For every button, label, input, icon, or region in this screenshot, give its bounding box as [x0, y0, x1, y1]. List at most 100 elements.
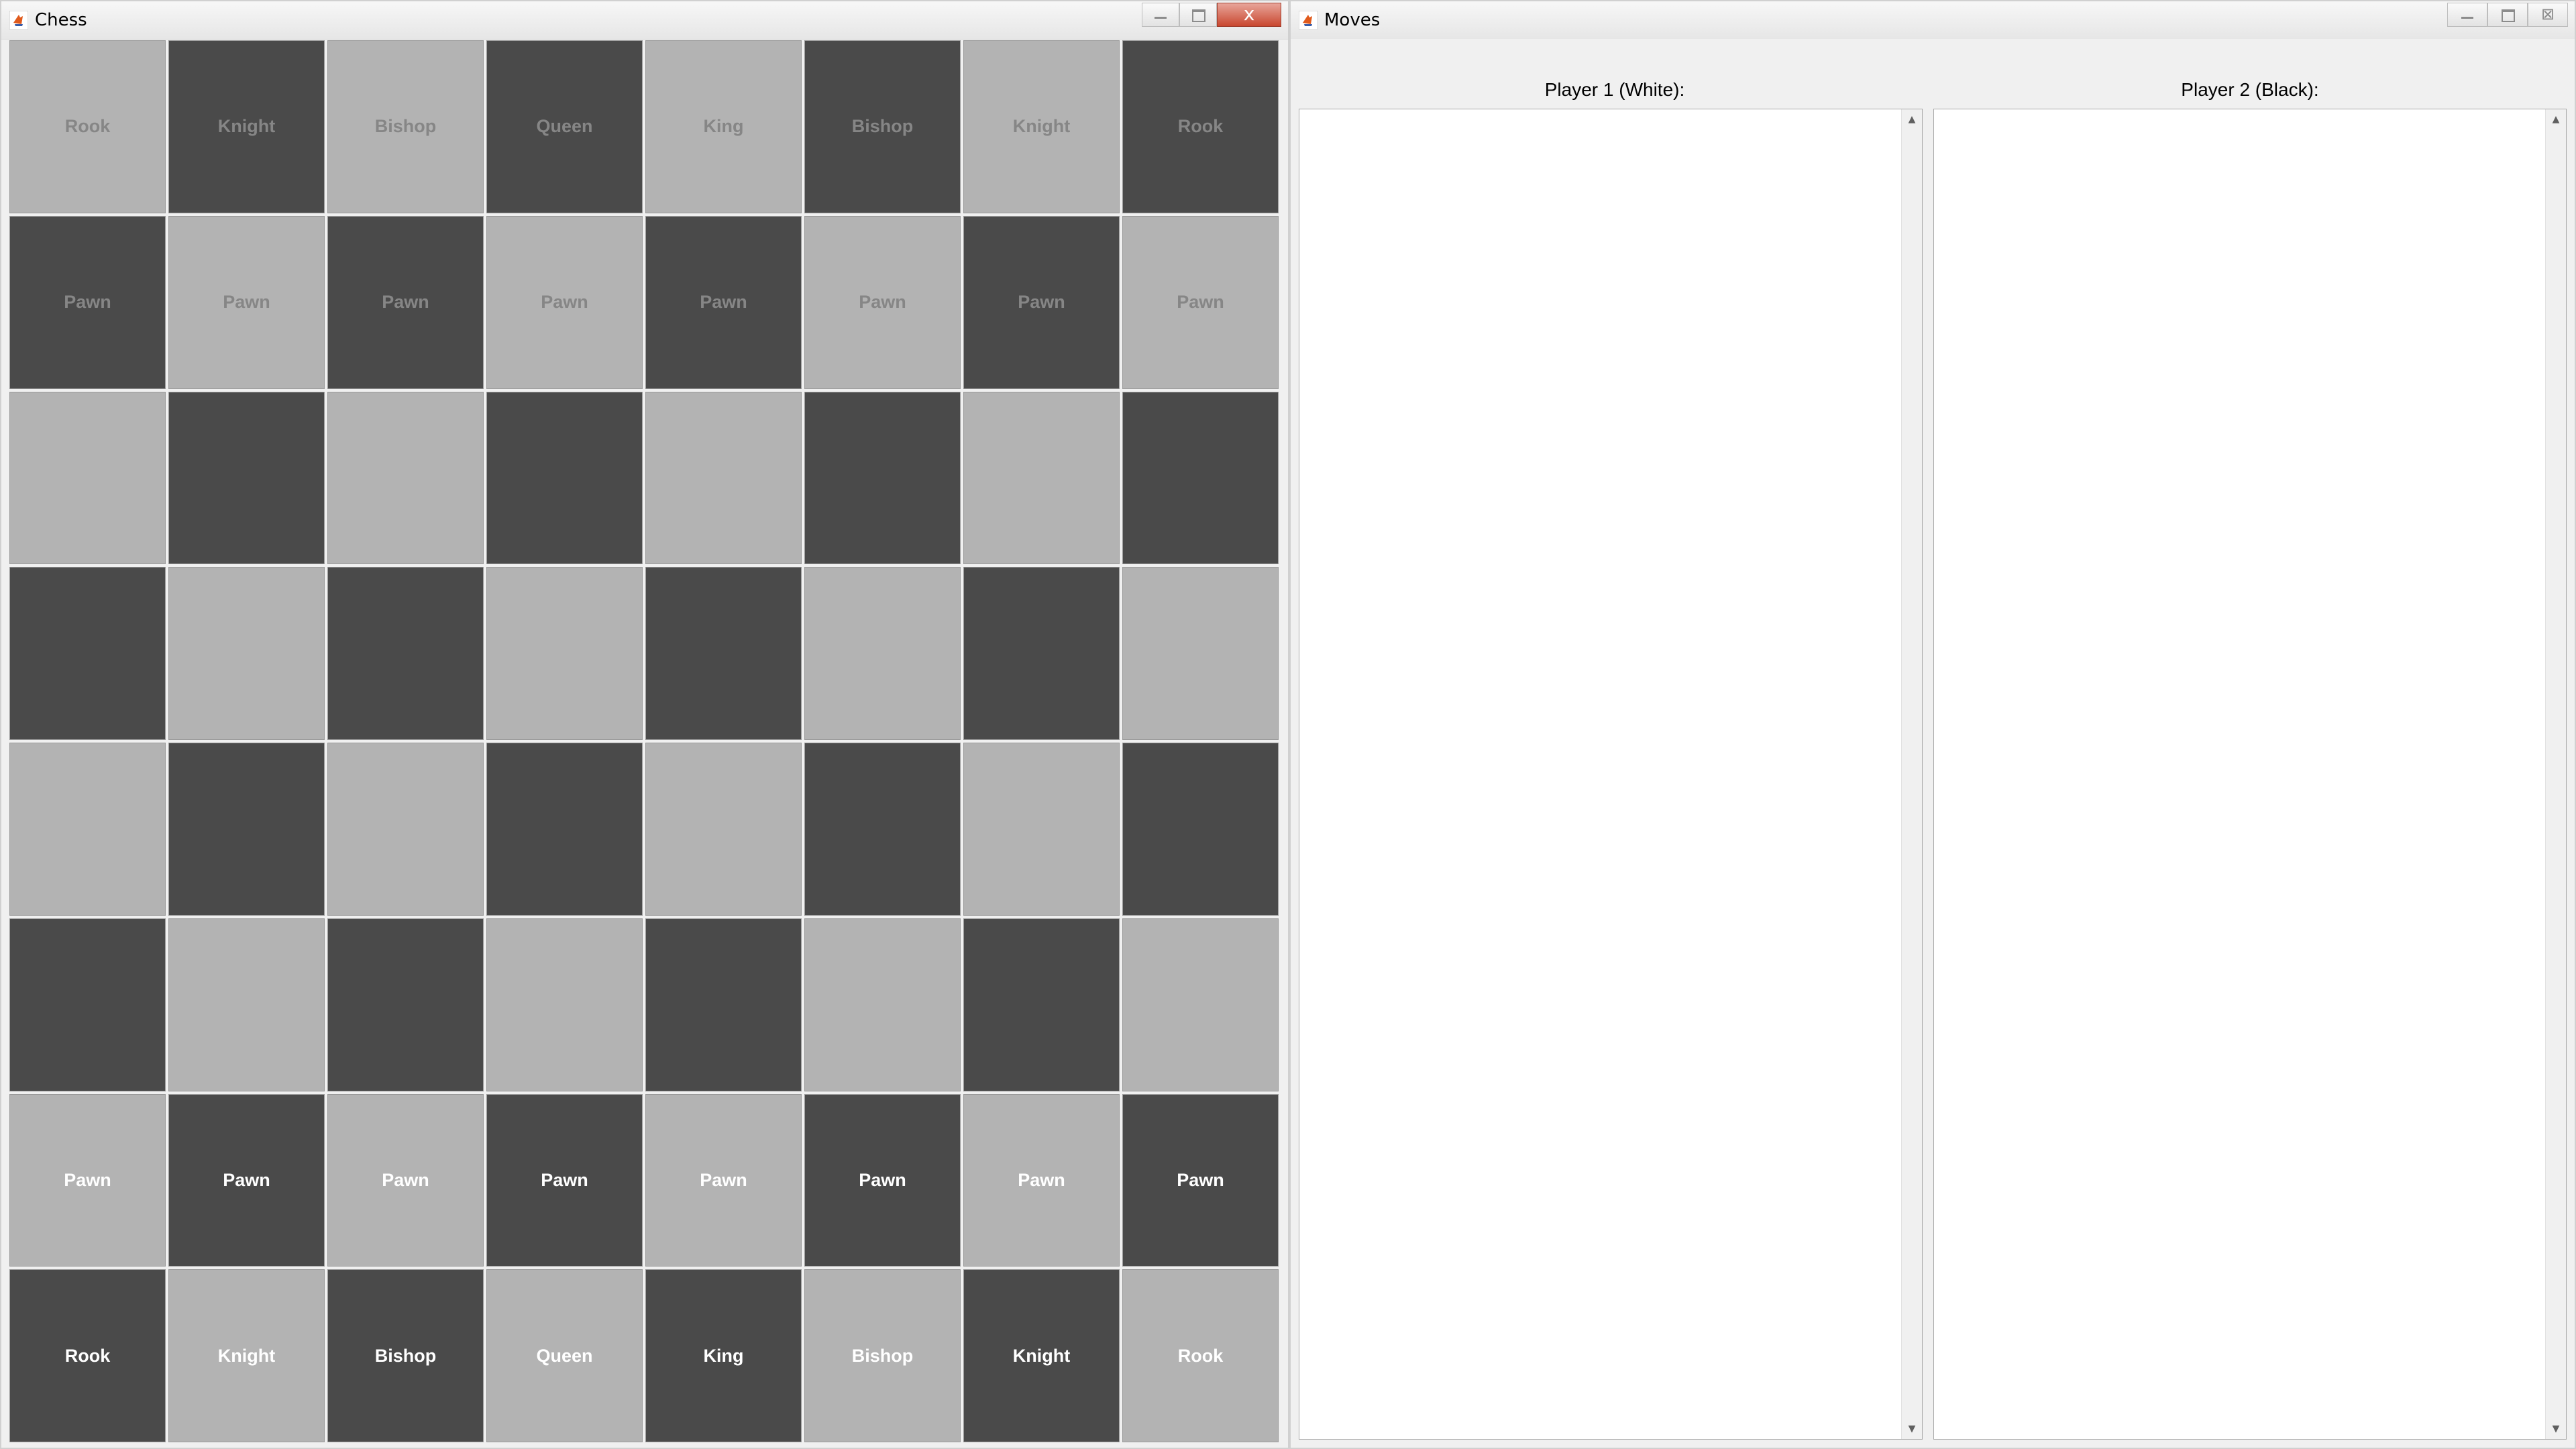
board-square[interactable]: Pawn — [486, 215, 643, 389]
maximize-button[interactable] — [2487, 3, 2528, 27]
board-square[interactable]: Pawn — [168, 215, 325, 389]
board-square[interactable] — [963, 391, 1120, 565]
board-square[interactable] — [9, 567, 166, 740]
board-square[interactable] — [9, 743, 166, 916]
player1-label: Player 1 (White): — [1544, 79, 1685, 100]
close-button[interactable]: ⊠ — [2528, 3, 2568, 27]
board-square[interactable]: Knight — [963, 40, 1120, 213]
scroll-up-icon[interactable]: ▲ — [2546, 109, 2566, 129]
board-square[interactable]: Bishop — [804, 40, 961, 213]
board-square[interactable] — [645, 743, 802, 916]
piece-label: Rook — [64, 1345, 111, 1366]
close-button[interactable]: x — [1217, 3, 1281, 27]
board-square[interactable]: Pawn — [168, 1093, 325, 1267]
piece-label: Pawn — [223, 1169, 270, 1190]
chess-titlebar[interactable]: Chess x — [1, 1, 1288, 40]
board-square[interactable] — [168, 918, 325, 1091]
board-square[interactable] — [486, 391, 643, 565]
board-square[interactable]: Queen — [486, 40, 643, 213]
board-square[interactable]: Knight — [963, 1269, 1120, 1442]
board-square[interactable]: Bishop — [327, 1269, 484, 1442]
board-square[interactable] — [168, 567, 325, 740]
scroll-up-icon[interactable]: ▲ — [1902, 109, 1922, 129]
board-square[interactable]: Bishop — [804, 1269, 961, 1442]
board-square[interactable] — [9, 918, 166, 1091]
board-square[interactable] — [327, 391, 484, 565]
piece-label: Queen — [536, 116, 593, 137]
player1-scrollbar[interactable]: ▲ ▼ — [1901, 109, 1922, 1439]
piece-label: Bishop — [374, 116, 437, 137]
board-square[interactable]: Bishop — [327, 40, 484, 213]
board-square[interactable] — [1122, 918, 1279, 1091]
board-square[interactable] — [804, 391, 961, 565]
scroll-down-icon[interactable]: ▼ — [2546, 1419, 2566, 1439]
board-square[interactable]: Rook — [1122, 1269, 1279, 1442]
board-square[interactable] — [804, 567, 961, 740]
minimize-button[interactable] — [1142, 3, 1179, 27]
board-square[interactable]: Rook — [1122, 40, 1279, 213]
board-square[interactable] — [645, 391, 802, 565]
board-square[interactable]: Knight — [168, 1269, 325, 1442]
player2-moves-list[interactable]: ▲ ▼ — [1933, 109, 2567, 1440]
board-square[interactable]: Pawn — [486, 1093, 643, 1267]
scroll-down-icon[interactable]: ▼ — [1902, 1419, 1922, 1439]
board-square[interactable] — [327, 567, 484, 740]
board-square[interactable] — [963, 567, 1120, 740]
player2-label: Player 2 (Black): — [2181, 79, 2319, 100]
board-square[interactable] — [645, 567, 802, 740]
minimize-button[interactable] — [2447, 3, 2487, 27]
board-square[interactable]: Pawn — [963, 1093, 1120, 1267]
board-square[interactable] — [168, 391, 325, 565]
board-square[interactable]: King — [645, 40, 802, 213]
board-square[interactable]: Pawn — [327, 215, 484, 389]
player2-scrollbar[interactable]: ▲ ▼ — [2545, 109, 2566, 1439]
board-square[interactable] — [804, 743, 961, 916]
board-square[interactable]: Pawn — [963, 215, 1120, 389]
piece-label: Rook — [1177, 116, 1224, 137]
board-square[interactable] — [1122, 743, 1279, 916]
board-square[interactable]: Rook — [9, 40, 166, 213]
board-square[interactable]: Queen — [486, 1269, 643, 1442]
player1-moves-list[interactable]: ▲ ▼ — [1299, 109, 1923, 1440]
board-square[interactable] — [804, 918, 961, 1091]
board-square[interactable]: Pawn — [1122, 1093, 1279, 1267]
moves-window: Moves ⊠ Player 1 (White): Player 2 (Blac… — [1289, 0, 2576, 1449]
piece-label: Pawn — [1177, 292, 1224, 313]
board-square[interactable]: Pawn — [327, 1093, 484, 1267]
board-square[interactable]: Knight — [168, 40, 325, 213]
piece-label: Pawn — [859, 1169, 906, 1190]
board-square[interactable]: King — [645, 1269, 802, 1442]
board-square[interactable] — [1122, 567, 1279, 740]
board-square[interactable] — [486, 918, 643, 1091]
piece-label: Knight — [1012, 116, 1071, 137]
board-square[interactable] — [1122, 391, 1279, 565]
piece-label: Pawn — [1018, 292, 1065, 313]
maximize-button[interactable] — [1179, 3, 1217, 27]
board-square[interactable]: Pawn — [9, 1093, 166, 1267]
chess-window-title: Chess — [35, 10, 87, 30]
board-square[interactable] — [168, 743, 325, 916]
board-square[interactable]: Pawn — [804, 1093, 961, 1267]
board-square[interactable] — [963, 918, 1120, 1091]
close-icon: ⊠ — [2540, 5, 2555, 23]
board-square[interactable] — [486, 743, 643, 916]
board-square[interactable] — [9, 391, 166, 565]
board-square[interactable] — [486, 567, 643, 740]
piece-label: Pawn — [223, 292, 270, 313]
piece-label: Pawn — [64, 1169, 111, 1190]
piece-label: Pawn — [859, 292, 906, 313]
piece-label: Pawn — [541, 1169, 588, 1190]
moves-titlebar[interactable]: Moves ⊠ — [1291, 1, 2575, 40]
board-square[interactable] — [645, 918, 802, 1091]
board-square[interactable] — [327, 918, 484, 1091]
board-square[interactable]: Pawn — [645, 1093, 802, 1267]
piece-label: Knight — [1012, 1345, 1071, 1366]
board-square[interactable]: Pawn — [804, 215, 961, 389]
board-square[interactable] — [327, 743, 484, 916]
board-square[interactable]: Pawn — [645, 215, 802, 389]
board-square[interactable]: Pawn — [1122, 215, 1279, 389]
board-square[interactable] — [963, 743, 1120, 916]
piece-label: Pawn — [700, 1169, 747, 1190]
board-square[interactable]: Pawn — [9, 215, 166, 389]
board-square[interactable]: Rook — [9, 1269, 166, 1442]
